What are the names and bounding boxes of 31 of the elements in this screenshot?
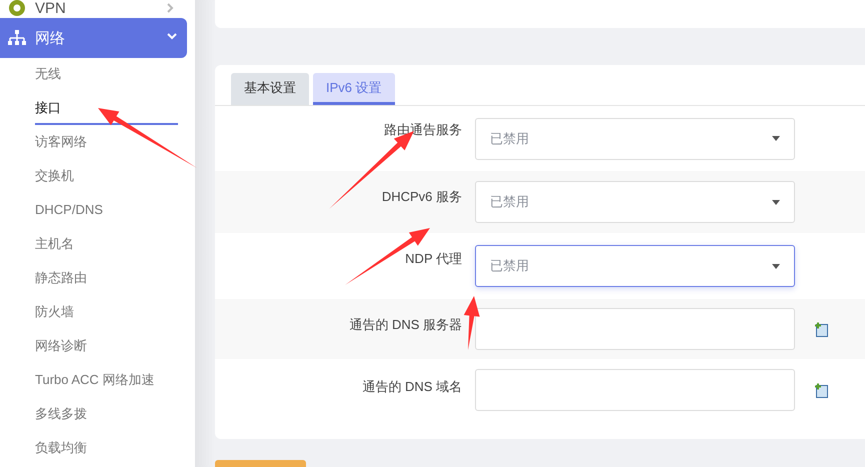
nav-item[interactable]: 多线多拨 xyxy=(35,398,178,431)
settings-tab[interactable]: 基本设置 xyxy=(231,73,309,105)
nav-item[interactable]: 静态路由 xyxy=(35,262,178,295)
nav-item[interactable]: 负载均衡 xyxy=(35,432,178,465)
nav-item[interactable]: 主机名 xyxy=(35,228,178,261)
select-field[interactable]: 已禁用 xyxy=(475,118,795,160)
caret-icon xyxy=(772,200,780,204)
nav-item[interactable]: 网络诊断 xyxy=(35,330,178,363)
settings-tab[interactable]: IPv6 设置 xyxy=(313,73,395,105)
input-field[interactable] xyxy=(475,369,795,411)
caret-icon xyxy=(772,136,780,141)
nav-item[interactable]: 无线 xyxy=(35,58,178,91)
annotation-arrow xyxy=(464,296,480,350)
add-entry-icon[interactable] xyxy=(815,382,829,398)
select-field[interactable]: 已禁用 xyxy=(475,245,795,287)
field-label: 通告的 DNS 域名 xyxy=(362,378,462,396)
sidebar-group[interactable]: 网络 xyxy=(0,18,187,58)
field-label: 通告的 DNS 服务器 xyxy=(349,316,462,334)
input-field[interactable] xyxy=(475,308,795,350)
nav-item[interactable]: 交换机 xyxy=(35,160,178,193)
nav-item[interactable]: 防火墙 xyxy=(35,296,178,329)
field-label: DHCPv6 服务 xyxy=(382,188,462,206)
add-entry-icon[interactable] xyxy=(815,322,829,336)
caret-icon xyxy=(772,264,780,268)
nav-item[interactable]: 访客网络 xyxy=(35,126,178,159)
field-label: NDP 代理 xyxy=(405,250,462,268)
select-field[interactable]: 已禁用 xyxy=(475,181,795,223)
sidebar-group[interactable]: VPN xyxy=(0,0,187,18)
nav-item[interactable]: DHCP/DNS xyxy=(35,194,178,227)
nav-item[interactable]: Turbo ACC 网络加速 xyxy=(35,364,178,397)
network-icon xyxy=(8,30,26,46)
